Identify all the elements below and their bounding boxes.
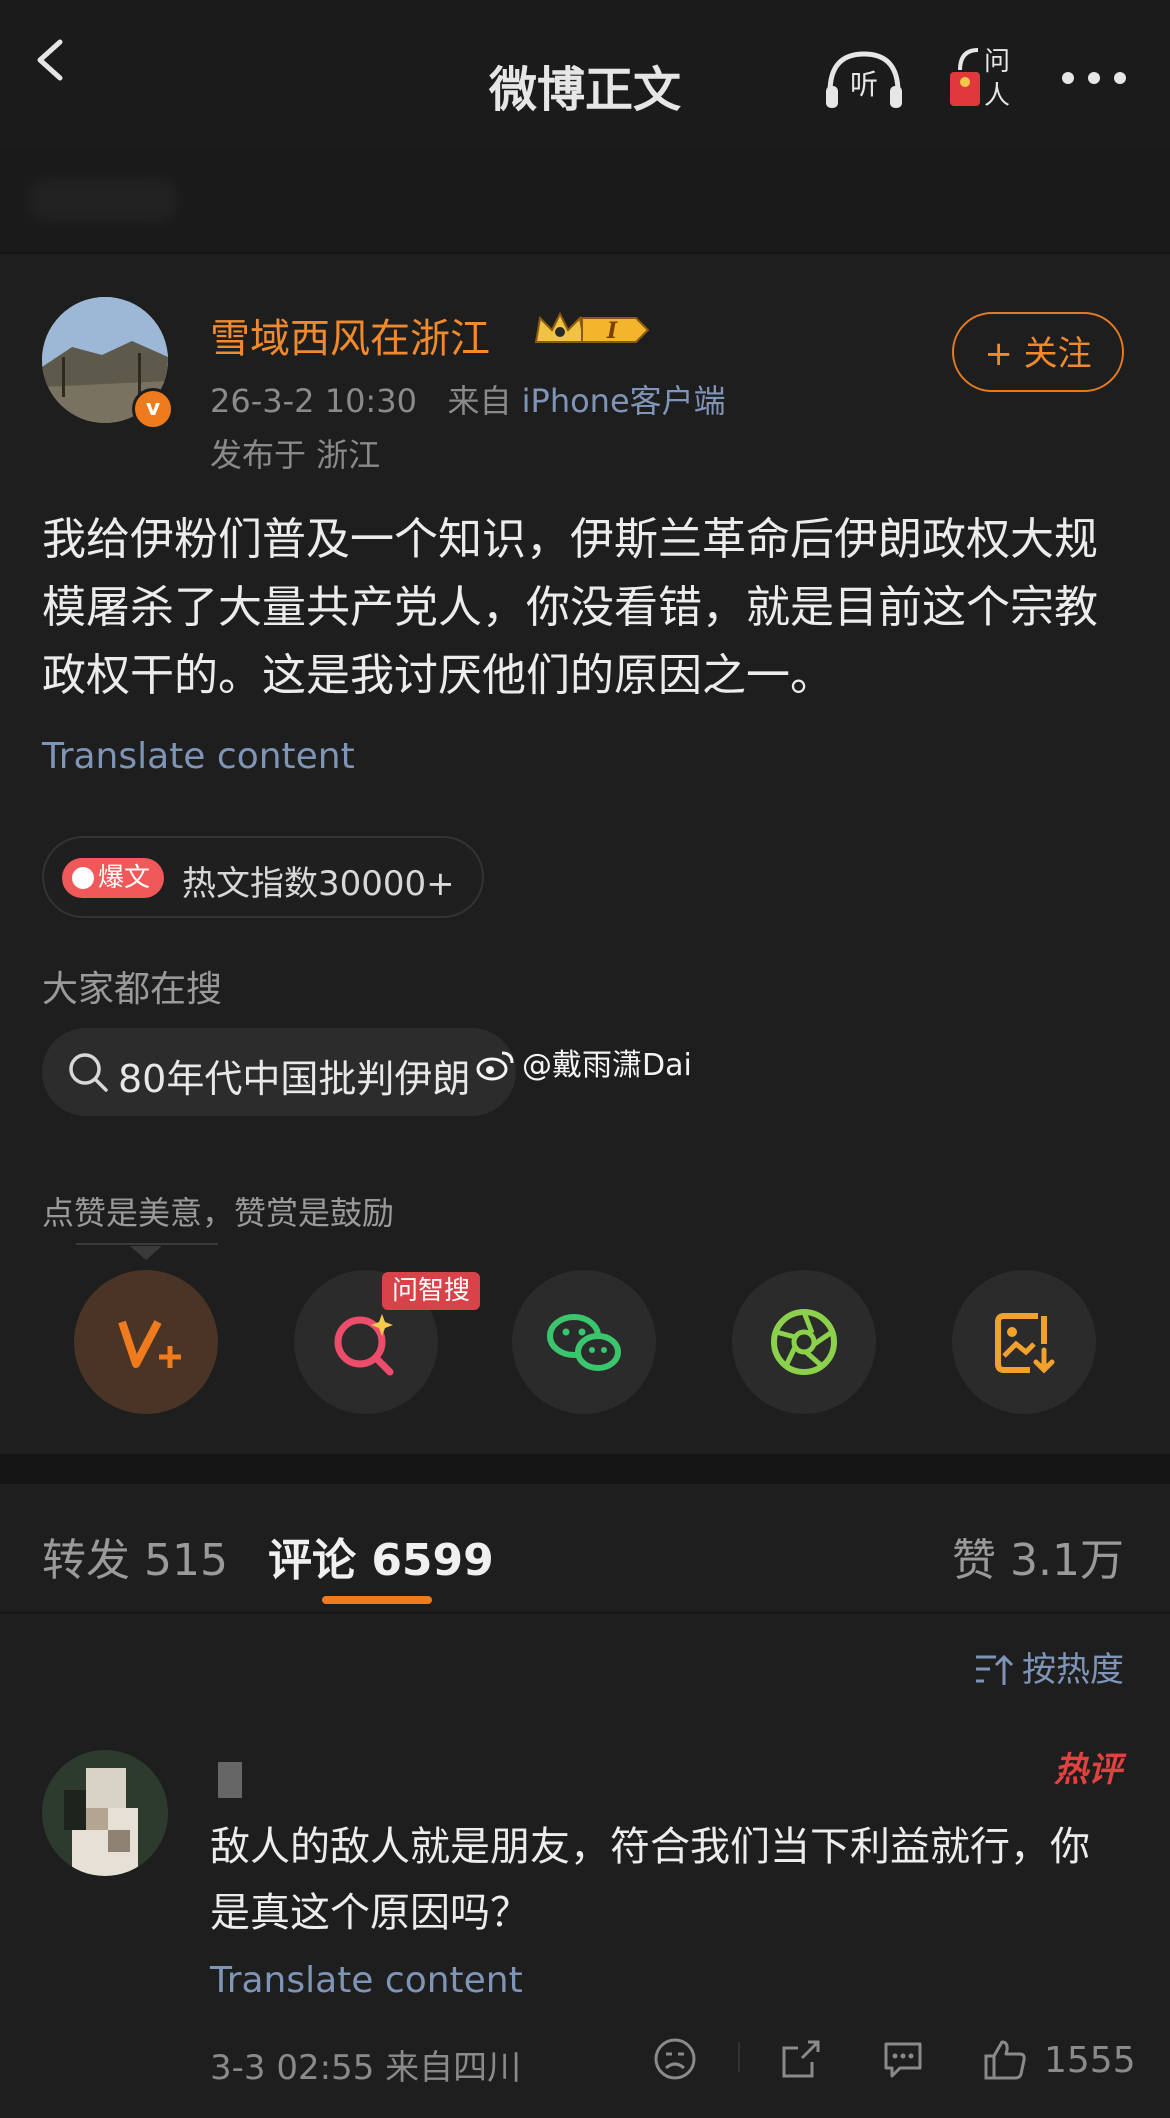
source-prefix: 来自 (447, 382, 512, 420)
author-name[interactable]: 雪域西风在浙江 (210, 306, 490, 364)
save-image-button[interactable] (952, 1270, 1096, 1414)
follow-button[interactable]: + 关注 (952, 312, 1124, 392)
divider (738, 2042, 740, 2072)
source-device[interactable]: iPhone客户端 (522, 382, 726, 420)
commenter-avatar[interactable] (42, 1750, 168, 1876)
weibo-logo-icon (476, 1051, 514, 1081)
like-thumb-icon[interactable] (982, 2036, 1028, 2082)
post-time: 26-3-2 10:30 (210, 382, 417, 420)
listen-label: 听 (850, 68, 878, 101)
share-wechat-button[interactable] (512, 1270, 656, 1414)
sort-toggle[interactable]: 按热度 (974, 1642, 1124, 1691)
comment-translate-link[interactable]: Translate content (210, 1960, 523, 2001)
praise-hint: 点赞是美意，赞赏是鼓励 (42, 1194, 395, 1232)
search-icon (69, 1053, 108, 1092)
svg-text:I: I (606, 318, 618, 344)
reply-icon[interactable] (880, 2036, 926, 2082)
translate-link[interactable]: Translate content (42, 736, 355, 777)
active-tab-indicator (322, 1596, 432, 1604)
commenter-name-redacted[interactable] (218, 1762, 242, 1798)
hot-tag: 爆文 (62, 858, 164, 898)
comment-like-count: 1555 (1044, 2040, 1136, 2081)
svg-text:人: 人 (984, 81, 1010, 110)
listen-icon[interactable]: 听 (822, 48, 906, 112)
more-icon[interactable] (1060, 68, 1128, 88)
tab-like[interactable]: 赞 3.1万 (952, 1524, 1124, 1588)
vip-crown-icon: I (534, 311, 650, 344)
post-meta: 26-3-2 10:30 来自 iPhone客户端 (210, 376, 726, 422)
reward-button[interactable] (74, 1270, 218, 1414)
section-separator (0, 1454, 1170, 1484)
dislike-face-icon[interactable] (652, 2036, 698, 2082)
ask-search-tip: 问智搜 (382, 1272, 481, 1310)
nav-bar: 微博正文 听 问 人 (0, 0, 1170, 148)
sort-label: 按热度 (1022, 1650, 1124, 1690)
hot-tag-label: 爆文 (98, 863, 151, 893)
reward-v-plus-icon (118, 1320, 181, 1368)
trending-search-heading: 大家都在搜 (42, 969, 223, 1010)
tab-bar: 转发 515 评论 6599 赞 3.1万 (0, 1484, 1170, 1614)
hot-comment-badge: 热评 (1054, 1750, 1122, 1790)
ask-person-icon[interactable]: 问 人 (948, 42, 1016, 110)
trending-search-chip[interactable]: 80年代中国批判伊朗 (42, 1028, 516, 1116)
trending-search-text: 80年代中国批判伊朗 (118, 1057, 471, 1101)
share-moments-button[interactable] (732, 1270, 876, 1414)
svg-text:问: 问 (984, 47, 1010, 77)
hot-index-text: 热文指数30000+ (182, 864, 455, 904)
comment-meta: 3-3 02:55 来自四川 (210, 2048, 522, 2088)
share-icon[interactable] (778, 2036, 824, 2082)
tab-comment[interactable]: 评论 6599 (268, 1524, 494, 1588)
hot-flame-icon (72, 867, 94, 889)
blurred-banner (0, 148, 1170, 254)
tab-repost[interactable]: 转发 515 (42, 1524, 228, 1588)
pointer-arrow (130, 1246, 162, 1260)
moments-icon (771, 1309, 837, 1375)
divider (76, 1243, 218, 1245)
watermark: @戴雨潇Dai (476, 1040, 692, 1084)
comment-text: 敌人的敌人就是朋友，符合我们当下利益就行，你是真这个原因吗？ (210, 1824, 1090, 1936)
wechat-icon (547, 1314, 621, 1371)
hot-index-pill[interactable]: 爆文 热文指数30000+ (42, 836, 484, 918)
save-image-icon (995, 1313, 1055, 1374)
sort-icon (976, 1654, 1014, 1685)
watermark-text: @戴雨潇Dai (522, 1048, 692, 1083)
post-location: 发布于 浙江 (210, 436, 381, 474)
verified-badge-icon: v (132, 388, 174, 430)
post-text: 我给伊粉们普及一个知识，伊斯兰革命后伊朗政权大规模屠杀了大量共产党人，你没看错，… (42, 514, 1098, 701)
